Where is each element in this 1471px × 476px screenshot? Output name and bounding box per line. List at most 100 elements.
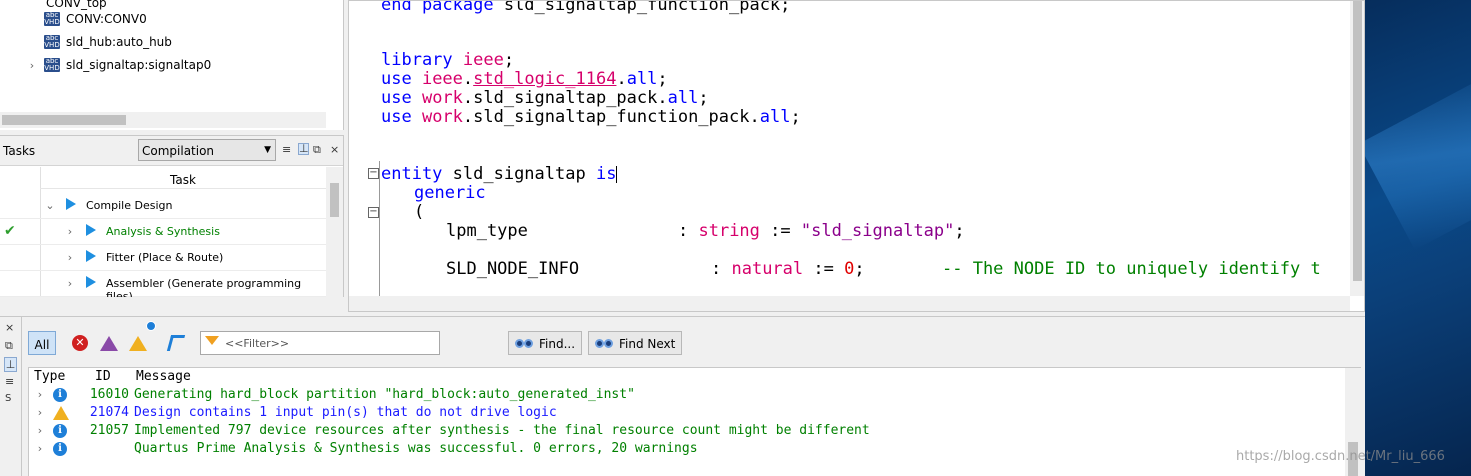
task-row-analysis-synthesis[interactable]: ✔ › Analysis & Synthesis (0, 219, 326, 245)
chevron-right-icon[interactable]: › (34, 388, 46, 401)
chevron-right-icon[interactable]: › (64, 251, 76, 264)
message-row[interactable]: › i 21057 Implemented 797 device resourc… (29, 422, 1345, 440)
editor-vertical-scrollbar[interactable] (1350, 1, 1364, 296)
code-token: ; (657, 69, 668, 89)
fold-collapse-icon[interactable]: − (368, 207, 379, 218)
chevron-down-icon[interactable]: ⌄ (44, 199, 56, 212)
tasks-header: Tasks Compilation ▼ ≡ ⊥ ⧉ × (0, 136, 343, 166)
tasks-column-header[interactable]: Task (40, 167, 326, 189)
play-icon[interactable] (86, 250, 96, 262)
fold-collapse-icon[interactable]: − (368, 168, 379, 179)
code-line-entity: entity sld_signaltap is (381, 164, 618, 184)
close-icon[interactable]: × (330, 143, 339, 156)
filter-placeholder: <<Filter>> (225, 337, 290, 350)
hierarchy-item-conv0[interactable]: abc VHD CONV:CONV0 (44, 8, 147, 30)
message-id: 16010 (89, 387, 129, 402)
code-line-lpm-type-name: lpm_type (446, 222, 528, 241)
menu-lines-icon[interactable]: ≡ (5, 375, 14, 388)
binoculars-icon (515, 336, 535, 350)
message-row[interactable]: › 21074 Design contains 1 input pin(s) t… (29, 404, 1345, 422)
hierarchy-item-signaltap0[interactable]: › abc VHD sld_signaltap:signaltap0 (26, 54, 211, 76)
find-button-label: Find... (539, 337, 576, 351)
code-token: all (626, 69, 658, 89)
chevron-right-icon[interactable]: › (64, 225, 76, 238)
hierarchy-panel: CONV_top abc VHD CONV:CONV0 abc VHD sld_hu… (0, 0, 344, 130)
info-icon: i (53, 442, 67, 456)
chevron-right-icon[interactable]: › (64, 277, 76, 290)
task-label: Compile Design (86, 199, 173, 212)
code-token: lpm_type (446, 221, 528, 241)
messages-toolbar: All ✕ <<Filter>> Find... Find Next (22, 317, 1365, 367)
restore-icon[interactable]: ⧉ (5, 339, 13, 353)
code-token: sld_signaltap (442, 164, 596, 184)
messages-list[interactable]: Type ID Message › i 16010 Generating har… (28, 367, 1361, 476)
filter-all-button[interactable]: All (28, 331, 56, 355)
code-token: : (678, 221, 699, 241)
editor-horizontal-scrollbar[interactable] (349, 296, 1350, 311)
code-token: string (698, 221, 760, 241)
code-token: work (421, 88, 463, 108)
flow-select-value: Compilation (142, 144, 215, 158)
code-line-node-info-name: SLD_NODE_INFO (446, 260, 579, 279)
pin-icon[interactable]: ⊥ (298, 143, 309, 155)
tasks-vertical-scrollbar[interactable] (326, 167, 343, 297)
flow-select[interactable]: Compilation ▼ (138, 139, 276, 161)
find-next-button[interactable]: Find Next (588, 331, 683, 355)
code-token: := (803, 259, 845, 279)
task-row-compile-design[interactable]: ⌄ Compile Design (0, 193, 326, 219)
find-button[interactable]: Find... (508, 331, 583, 355)
warning-icon (129, 335, 147, 351)
vhdl-file-icon: abc VHD (44, 34, 60, 49)
checkmark-icon: ✔ (4, 223, 16, 239)
code-line-generic: generic (414, 184, 486, 203)
column-header-id[interactable]: ID (95, 369, 111, 384)
message-id: 21074 (89, 405, 129, 420)
column-header-message[interactable]: Message (136, 369, 191, 384)
code-token: -- The NODE ID to uniquely identify t (942, 259, 1321, 279)
filter-info-button[interactable] (165, 332, 187, 354)
pin-icon[interactable]: ⊥ (4, 357, 17, 372)
column-header-type[interactable]: Type (34, 369, 65, 384)
code-token: ; (954, 221, 965, 241)
code-token: ; (854, 259, 865, 279)
code-editor[interactable]: − − end package sld_signaltap_function_p… (348, 0, 1365, 312)
scrollbar-thumb[interactable] (2, 115, 126, 125)
chevron-right-icon[interactable]: › (26, 59, 38, 72)
task-row-fitter[interactable]: › Fitter (Place & Route) (0, 245, 326, 271)
code-line-node-info-decl: : natural := 0; (711, 260, 865, 279)
filter-warnings-button[interactable] (127, 332, 149, 354)
code-token: . (462, 69, 474, 89)
task-row-assembler[interactable]: › Assembler (Generate programming files) (0, 271, 326, 297)
message-filter-input[interactable]: <<Filter>> (200, 331, 440, 355)
messages-header-row: Type ID Message (29, 368, 1345, 386)
info-icon: i (53, 388, 67, 402)
message-text: Quartus Prime Analysis & Synthesis was s… (134, 441, 698, 456)
close-icon[interactable]: × (5, 321, 14, 334)
scrollbar-thumb[interactable] (1353, 1, 1362, 281)
scrollbar-thumb[interactable] (330, 183, 339, 217)
play-icon[interactable] (86, 276, 96, 288)
task-label: Assembler (Generate programming files) (106, 277, 302, 297)
tasks-panel: Tasks Compilation ▼ ≡ ⊥ ⧉ × Task ⌄ Compi… (0, 135, 344, 297)
chevron-right-icon[interactable]: › (34, 406, 46, 419)
code-token: 0 (844, 259, 855, 279)
filter-errors-button[interactable]: ✕ (69, 332, 91, 354)
hierarchy-item-auto-hub[interactable]: abc VHD sld_hub:auto_hub (44, 31, 172, 53)
watermark-text: https://blog.csdn.net/Mr_liu_666 (1236, 449, 1445, 464)
chevron-right-icon[interactable]: › (34, 442, 46, 455)
play-icon[interactable] (66, 198, 76, 210)
code-token: all (759, 107, 791, 127)
hierarchy-horizontal-scrollbar[interactable] (0, 112, 326, 128)
critical-warning-icon (100, 335, 118, 351)
restore-icon[interactable]: ⧉ (313, 143, 321, 157)
message-row[interactable]: › i Quartus Prime Analysis & Synthesis w… (29, 440, 1345, 458)
code-token: ieee (462, 50, 504, 70)
menu-lines-icon[interactable]: ≡ (282, 143, 291, 156)
vhdl-file-icon: abc VHD (44, 11, 60, 26)
code-token: sld_signaltap_function_pack; (503, 0, 791, 15)
play-icon[interactable] (86, 224, 96, 236)
messages-side-bar: × ⧉ ⊥ ≡ S (0, 317, 22, 476)
chevron-right-icon[interactable]: › (34, 424, 46, 437)
filter-critical-warnings-button[interactable] (98, 332, 120, 354)
message-row[interactable]: › i 16010 Generating hard_block partitio… (29, 386, 1345, 404)
